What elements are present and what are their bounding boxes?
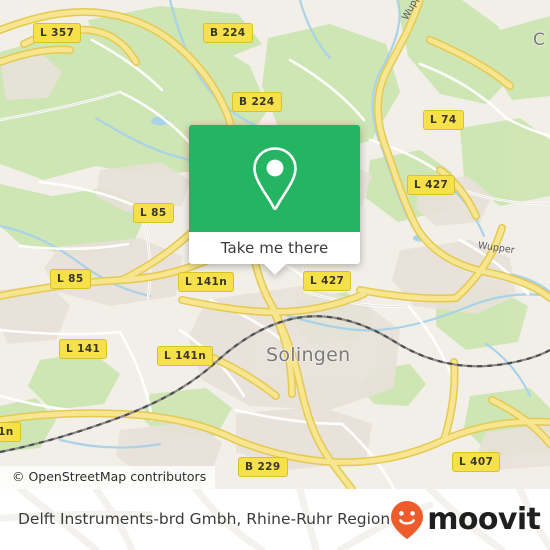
road-shield-l141n-upper: L 141n xyxy=(178,272,235,292)
road-shield-l407: L 407 xyxy=(452,452,501,472)
moovit-location-map-screenshot: Solingen C Wupper Wupper L 357 B 224 B 2… xyxy=(0,0,550,550)
road-shield-l357: L 357 xyxy=(33,23,82,43)
popup-pointer-tail xyxy=(262,263,287,275)
moovit-brand[interactable]: moovit xyxy=(390,500,541,540)
take-me-there-label: Take me there xyxy=(220,238,329,257)
road-shield-l85-upper: L 85 xyxy=(133,203,174,223)
location-title: Delft Instruments-brd Gmbh, Rhine-Ruhr R… xyxy=(18,509,391,528)
osm-attribution[interactable]: © OpenStreetMap contributors xyxy=(0,466,216,489)
road-shield-l141: L 141 xyxy=(59,339,108,359)
road-shield-l427-center: L 427 xyxy=(303,271,352,291)
popup-icon-panel xyxy=(189,125,360,232)
road-shield-l141n-lower: L 141n xyxy=(157,346,214,366)
road-shield-partial-left: 1n xyxy=(0,422,21,442)
road-shield-l427-east: L 427 xyxy=(407,175,456,195)
road-shield-b224-mid: B 224 xyxy=(232,92,282,112)
place-label-partial: C xyxy=(533,30,546,50)
road-shield-b229: B 229 xyxy=(238,457,288,477)
road-shield-l74: L 74 xyxy=(423,110,464,130)
map-canvas[interactable]: Solingen C Wupper Wupper L 357 B 224 B 2… xyxy=(0,0,550,489)
footer-bar: Delft Instruments-brd Gmbh, Rhine-Ruhr R… xyxy=(0,489,550,550)
moovit-smiley-pin-icon xyxy=(391,500,424,539)
road-shield-b224-top: B 224 xyxy=(203,23,253,43)
place-label-solingen: Solingen xyxy=(266,344,351,366)
popup-action-bar[interactable]: Take me there xyxy=(189,232,360,275)
road-shield-l85-lower: L 85 xyxy=(50,269,91,289)
map-pin-icon xyxy=(252,146,297,210)
location-popup-card[interactable]: Take me there xyxy=(189,125,360,275)
moovit-wordmark: moovit xyxy=(427,501,541,537)
